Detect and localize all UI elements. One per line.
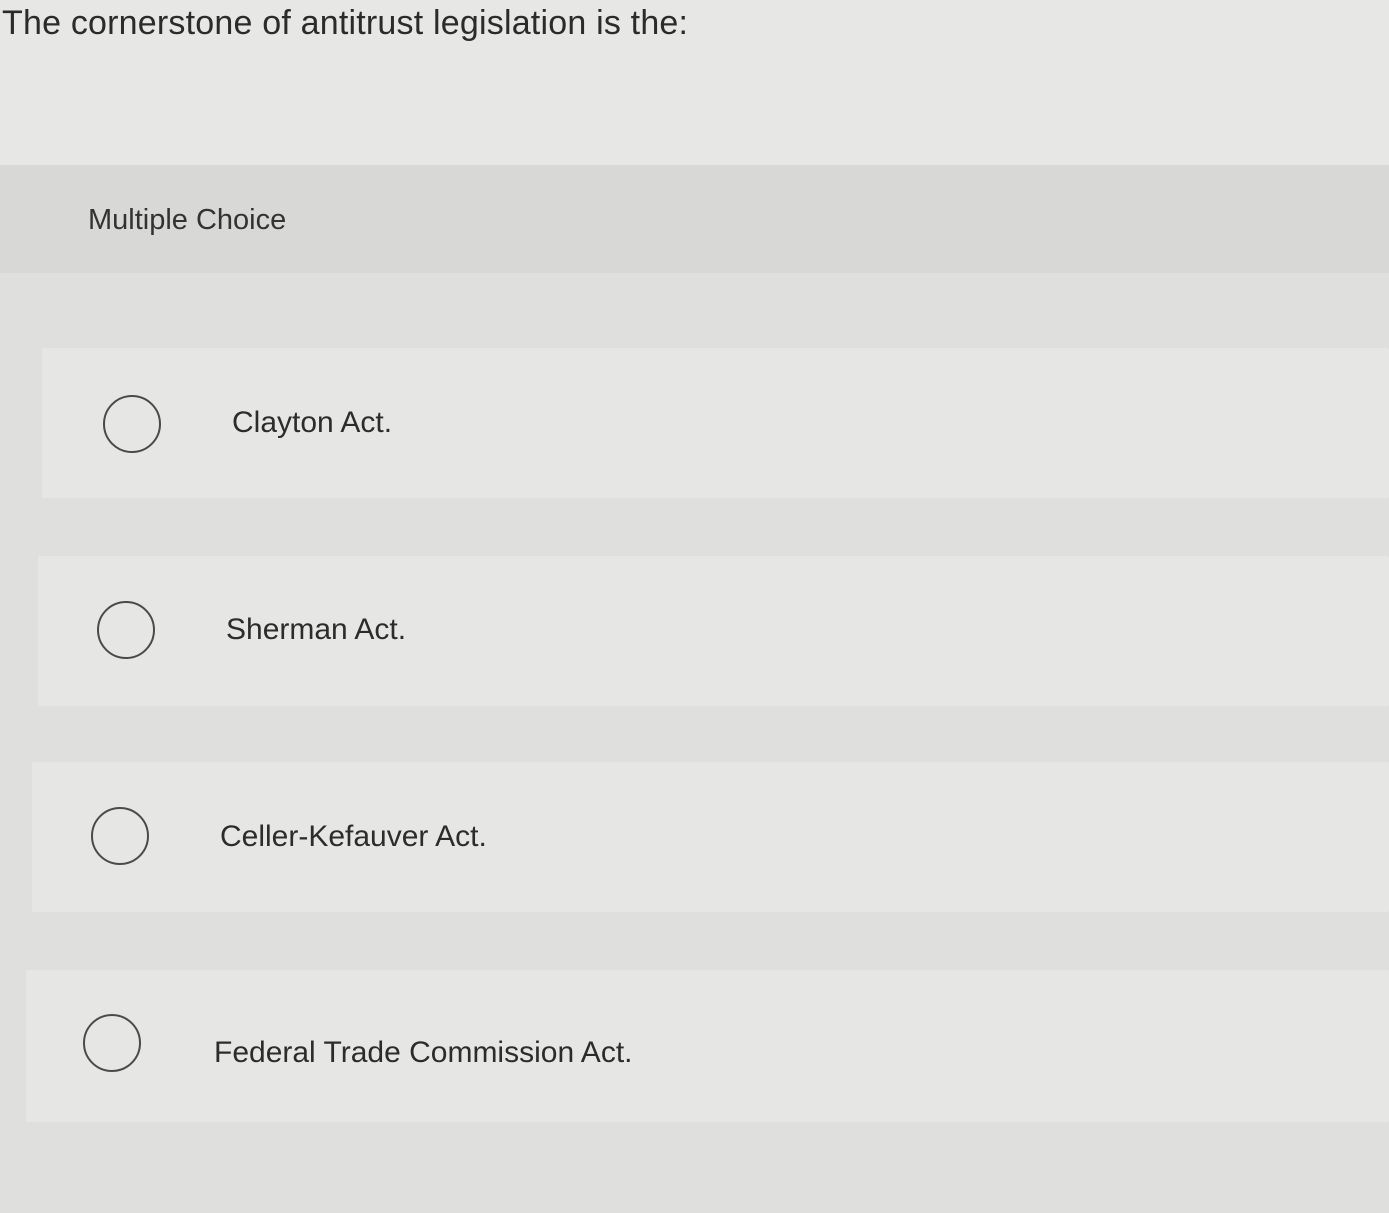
radio-button-3[interactable] (91, 807, 149, 865)
answer-option-2[interactable]: Sherman Act. (38, 556, 1389, 706)
radio-button-4[interactable] (83, 1014, 141, 1072)
answer-option-4[interactable]: Federal Trade Commission Act. (26, 970, 1389, 1122)
radio-button-1[interactable] (103, 395, 161, 453)
answer-option-label: Celler-Kefauver Act. (220, 820, 487, 853)
question-type-label: Multiple Choice (88, 204, 287, 236)
answer-option-1[interactable]: Clayton Act. (42, 348, 1389, 498)
radio-button-2[interactable] (97, 601, 155, 659)
question-text: The cornerstone of antitrust legislation… (2, 4, 689, 42)
answer-option-label: Federal Trade Commission Act. (214, 1036, 633, 1069)
question-area: The cornerstone of antitrust legislation… (0, 0, 1389, 165)
answer-option-3[interactable]: Celler-Kefauver Act. (32, 762, 1389, 912)
answer-option-label: Sherman Act. (226, 613, 407, 646)
answer-option-label: Clayton Act. (232, 406, 393, 439)
